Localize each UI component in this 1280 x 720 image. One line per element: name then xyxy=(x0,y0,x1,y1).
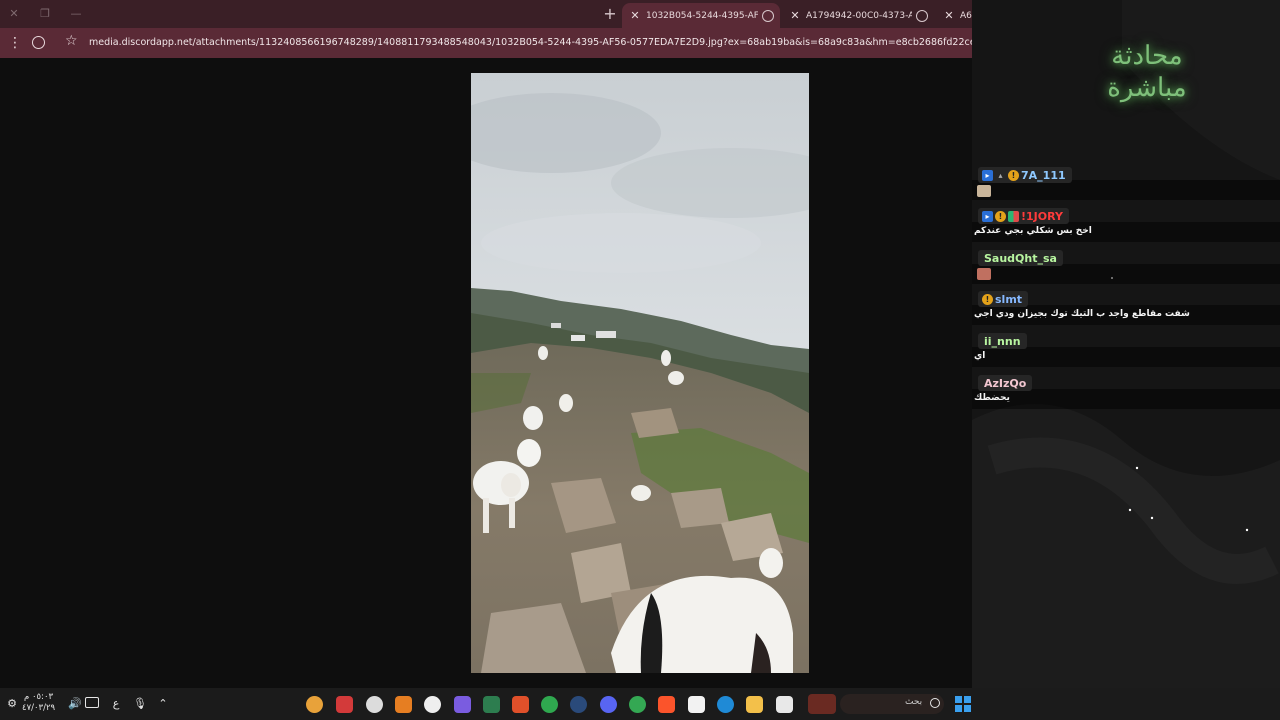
tab-close-icon[interactable]: ✕ xyxy=(628,9,642,22)
controller-app-icon[interactable] xyxy=(454,696,471,713)
new-tab-button[interactable]: + xyxy=(600,4,620,24)
username-box: ii_nnn xyxy=(978,333,1027,349)
brave-app-icon[interactable] xyxy=(512,696,529,713)
message-text: اي xyxy=(974,351,986,361)
username-row: ! slmt xyxy=(978,291,1029,307)
emote-icon xyxy=(977,268,991,280)
brave-2-app-icon[interactable] xyxy=(658,696,675,713)
files-app-icon[interactable] xyxy=(746,696,763,713)
store-app-icon[interactable] xyxy=(688,696,705,713)
username-box: AzIzQo xyxy=(978,375,1033,391)
chat-message-5: ii_nnn اي xyxy=(972,333,1280,367)
microphone-icon[interactable]: 🎙 xyxy=(133,696,147,712)
red-app-icon[interactable] xyxy=(336,696,353,713)
network-icon[interactable] xyxy=(85,697,99,708)
live-chat-badge: محادثة مباشرة xyxy=(972,0,1280,160)
username: ii_nnn xyxy=(984,334,1021,348)
tab-title: 1032B054-5244-4395-AF56-05 xyxy=(646,10,758,21)
arrow-badge-icon: ▴ xyxy=(998,170,1003,180)
clock-date: ٤٧/٠٣/٢٩ xyxy=(22,703,56,713)
windows-logo-tile xyxy=(955,705,962,712)
url-bar[interactable]: media.discordapp.net/attachments/1132408… xyxy=(89,37,994,48)
username-box: ▸ ! !1JORY xyxy=(978,208,1069,224)
volume-icon[interactable]: 🔊 xyxy=(68,696,82,712)
username-box: ▸ ▴ ! 7A_111 xyxy=(978,167,1072,183)
site-info-icon[interactable] xyxy=(32,36,45,49)
tab-close-icon[interactable]: ✕ xyxy=(942,9,956,22)
username-row: SaudQht_sa xyxy=(978,250,1063,266)
terminal-app-icon[interactable] xyxy=(483,696,500,713)
message-bar xyxy=(972,347,1280,367)
username-box: SaudQht_sa xyxy=(978,250,1063,266)
username-row: ▸ ▴ ! 7A_111 xyxy=(978,167,1072,183)
steam-app-icon[interactable] xyxy=(570,696,587,713)
team-badge-icon xyxy=(1008,210,1019,222)
username: SaudQht_sa xyxy=(984,251,1057,265)
chat-message-3: SaudQht_sa xyxy=(972,250,1280,284)
username-box: ! slmt xyxy=(978,291,1029,307)
goat-photo xyxy=(471,73,809,673)
windows-logo-tile xyxy=(964,705,971,712)
tab-close-icon[interactable]: ✕ xyxy=(788,9,802,22)
chevron-up-icon[interactable]: ⌃ xyxy=(156,696,170,712)
windows-logo-tile xyxy=(964,696,971,703)
chrome-app-icon[interactable] xyxy=(629,696,646,713)
xbox-app-icon[interactable] xyxy=(541,696,558,713)
live-chat-badge-text: محادثة مباشرة xyxy=(1107,41,1187,103)
search-icon[interactable] xyxy=(930,698,940,708)
start-button[interactable] xyxy=(955,696,971,712)
message-bar xyxy=(972,180,1280,200)
search-placeholder: بحث xyxy=(905,697,923,707)
username: !1JORY xyxy=(1021,209,1063,223)
obs-app-icon[interactable] xyxy=(366,696,383,713)
tab-image-1[interactable]: ✕ 1032B054-5244-4395-AF56-05 xyxy=(622,3,780,28)
username-row: AzIzQo xyxy=(978,375,1033,391)
logitech-app-icon[interactable] xyxy=(424,696,441,713)
settings-gear-icon[interactable]: ⚙ xyxy=(6,696,18,712)
search-box-bg xyxy=(840,694,944,714)
globe-icon xyxy=(916,9,928,22)
minimize-window-icon[interactable]: — xyxy=(67,5,85,23)
chat-message-4: ! slmt شفت مقاطع واجد ب التيك توك بجيزان… xyxy=(972,291,1280,325)
chat-message-1: ▸ ▴ ! 7A_111 xyxy=(972,167,1280,200)
username: 7A_111 xyxy=(1021,168,1066,182)
address-toolbar: ⋮ ☆ media.discordapp.net/attachments/113… xyxy=(0,28,1000,58)
message-text: شفت مقاطع واجد ب التيك توك بجيزان ودي اج… xyxy=(974,309,1190,319)
message-text: اخخ بس شكلي بجي عندكم xyxy=(974,226,1092,236)
tab-image-2[interactable]: ✕ A1794942-00C0-4373-A90F-5C xyxy=(782,3,934,28)
username: slmt xyxy=(995,292,1023,306)
chrome-canary-app-icon[interactable] xyxy=(306,696,323,713)
bookmark-star-icon[interactable]: ☆ xyxy=(65,33,78,49)
clock[interactable]: ٠٥:٠٣ م ٤٧/٠٣/٢٩ xyxy=(22,692,55,714)
edge-app-icon[interactable] xyxy=(717,696,734,713)
close-window-icon[interactable]: ✕ xyxy=(5,5,23,23)
prime-badge-icon: ▸ xyxy=(982,169,993,181)
clock-time: ٠٥:٠٣ م xyxy=(24,692,54,702)
restore-window-icon[interactable]: ❐ xyxy=(36,5,54,23)
emote-icon xyxy=(977,185,991,197)
search-highlight-image xyxy=(808,694,836,714)
window-app-icon[interactable] xyxy=(776,696,793,713)
sub-badge-icon: ! xyxy=(1008,169,1019,181)
message-bar xyxy=(972,389,1280,409)
message-bar xyxy=(972,264,1280,284)
sub-badge-icon: ! xyxy=(982,293,993,305)
username-row: ii_nnn xyxy=(978,333,1027,349)
chat-message-2: ▸ ! !1JORY اخخ بس شكلي بجي عندكم xyxy=(972,208,1280,242)
tab-title: A1794942-00C0-4373-A90F-5C xyxy=(806,10,912,21)
message-text: يحضطك xyxy=(974,393,1010,403)
sub-badge-icon: ! xyxy=(995,210,1006,222)
taskbar-search[interactable]: بحث xyxy=(808,694,944,714)
username: AzIzQo xyxy=(984,376,1027,390)
prime-badge-icon: ▸ xyxy=(982,210,993,222)
language-indicator[interactable]: ع xyxy=(110,696,122,712)
tab-bar: ✕ ❐ — + ✕ 1032B054-5244-4395-AF56-05 ✕ A… xyxy=(0,0,1000,28)
orange-app-icon[interactable] xyxy=(395,696,412,713)
chat-message-6: AzIzQo يحضطك xyxy=(972,375,1280,409)
kebab-menu-icon[interactable]: ⋮ xyxy=(8,35,22,51)
windows-logo-tile xyxy=(955,696,962,703)
globe-icon xyxy=(762,9,774,22)
username-row: ▸ ! !1JORY xyxy=(978,208,1069,224)
discord-app-icon[interactable] xyxy=(600,696,617,713)
